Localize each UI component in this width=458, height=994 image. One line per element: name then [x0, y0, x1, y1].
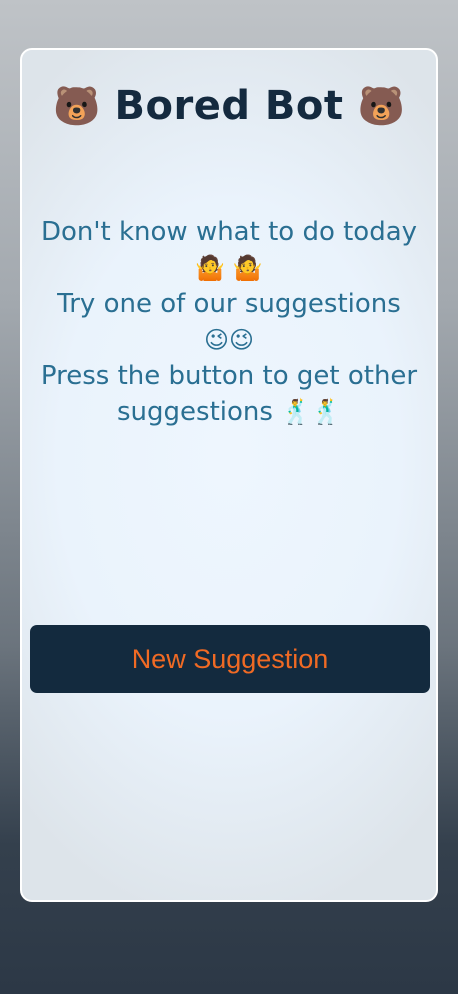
message-line-3-text: Press the button to get other suggestion… [40, 361, 418, 427]
header: 🐻 Bored Bot 🐻 [22, 76, 436, 136]
message-line-1: Don't know what to do today [28, 214, 430, 250]
app-title: Bored Bot [114, 83, 344, 129]
message-line-2: Try one of our suggestions [28, 286, 430, 322]
shrug-icon: 🤷 🤷 [195, 254, 263, 282]
message-line-1-text: Don't know what to do today [40, 217, 418, 247]
dancing-man-icon: 🕺🕺 [281, 398, 341, 426]
bear-icon-left: 🐻 [53, 84, 101, 128]
suggestion-message: Don't know what to do today 🤷 🤷 Try one … [28, 214, 430, 430]
message-line-3: Press the button to get other suggestion… [28, 358, 430, 430]
new-suggestion-button[interactable]: New Suggestion [30, 625, 430, 693]
message-line-1-emoji: 🤷 🤷 [28, 250, 430, 286]
message-line-2-emoji: 😉😉 [28, 322, 430, 358]
message-line-2-text: Try one of our suggestions [57, 289, 401, 319]
bot-card: 🐻 Bored Bot 🐻 Don't know what to do toda… [20, 48, 438, 902]
wink-icon: 😉😉 [203, 326, 255, 354]
bear-icon-right: 🐻 [357, 84, 405, 128]
